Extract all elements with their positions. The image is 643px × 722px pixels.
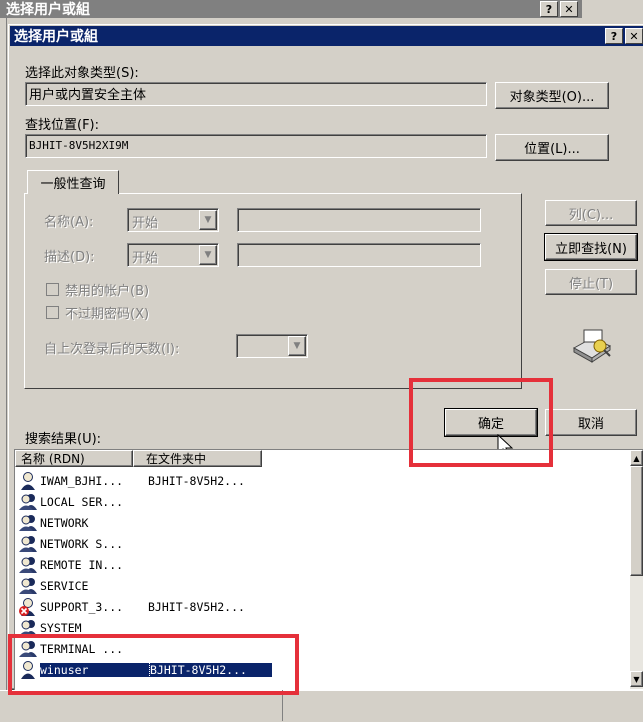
- find-now-button[interactable]: 立即查找(N): [544, 233, 638, 261]
- highlight-winuser-row: [8, 634, 299, 695]
- name-input[interactable]: [237, 208, 481, 232]
- row-name: IWAM_BJHI...: [40, 473, 124, 488]
- chevron-down-icon: ▼: [288, 336, 306, 356]
- stop-button[interactable]: 停止(T): [545, 269, 637, 295]
- row-name: SYSTEM: [40, 620, 82, 635]
- dialog-title: 选择用户或組: [14, 29, 98, 45]
- list-item[interactable]: LOCAL SER...: [18, 491, 148, 512]
- column-header-name[interactable]: 名称 (RDN): [15, 450, 133, 467]
- group-icon: [18, 577, 38, 595]
- days-since-logon-label: 自上次登录后的天数(I):: [44, 342, 180, 357]
- disabled-accounts-checkbox[interactable]: 禁用的帐户(B): [46, 280, 149, 299]
- scroll-thumb[interactable]: [630, 466, 643, 576]
- background-window-titlebar: 选择用户或組 ? ✕: [0, 0, 582, 18]
- name-operator-value: 开始: [132, 216, 159, 231]
- description-label: 描述(D):: [44, 250, 95, 265]
- description-operator-value: 开始: [132, 251, 159, 266]
- search-results-label: 搜索结果(U):: [25, 432, 102, 447]
- name-operator-select[interactable]: 开始 ▼: [127, 208, 219, 232]
- general-query-tab-label: 一般性查询: [40, 177, 106, 192]
- row-folder: BJHIT-8V5H2...: [148, 599, 245, 614]
- dialog-titlebar: 选择用户或組 ? ✕: [10, 26, 643, 46]
- list-item[interactable]: REMOTE IN...: [18, 554, 148, 575]
- background-window-right-edge: [582, 0, 643, 20]
- non-expiring-password-checkbox[interactable]: 不过期密码(X): [46, 303, 149, 322]
- cancel-button[interactable]: 取消: [545, 409, 637, 436]
- object-type-label: 选择此对象类型(S):: [25, 66, 139, 81]
- general-query-tab[interactable]: 一般性查询: [27, 170, 119, 194]
- locations-button[interactable]: 位置(L)...: [495, 134, 609, 161]
- row-folder: BJHIT-8V5H2...: [148, 473, 245, 488]
- row-name: SUPPORT_3...: [40, 599, 124, 614]
- checkbox-box: [46, 283, 59, 296]
- location-label: 查找位置(F):: [25, 118, 100, 133]
- list-item[interactable]: NETWORK: [18, 512, 148, 533]
- chevron-down-icon: ▼: [199, 245, 217, 265]
- row-name: NETWORK S...: [40, 536, 124, 551]
- user-icon: [18, 471, 38, 490]
- list-item[interactable]: SUPPORT_3... BJHIT-8V5H2...: [18, 596, 245, 617]
- description-input[interactable]: [237, 243, 481, 267]
- group-icon: [18, 514, 38, 532]
- row-name: LOCAL SER...: [40, 494, 124, 509]
- list-item[interactable]: SERVICE: [18, 575, 148, 596]
- row-name: REMOTE IN...: [40, 557, 124, 572]
- name-label: 名称(A):: [44, 215, 94, 230]
- object-type-field: 用户或内置安全主体: [25, 82, 487, 106]
- columns-button[interactable]: 列(C)...: [545, 200, 637, 226]
- days-since-logon-select[interactable]: ▼: [236, 334, 308, 358]
- list-item[interactable]: IWAM_BJHI... BJHIT-8V5H2...: [18, 470, 245, 491]
- group-icon: [18, 535, 38, 553]
- dialog-help-button[interactable]: ?: [605, 28, 623, 44]
- description-operator-select[interactable]: 开始 ▼: [127, 243, 219, 267]
- checkbox-box: [46, 306, 59, 319]
- group-icon: [18, 493, 38, 511]
- group-icon: [18, 556, 38, 574]
- column-header-name-label: 名称 (RDN): [21, 452, 85, 466]
- background-help-button[interactable]: ?: [540, 1, 558, 17]
- non-expiring-password-label: 不过期密码(X): [65, 307, 150, 322]
- row-name: SERVICE: [40, 578, 89, 593]
- highlight-ok-button: [409, 378, 553, 467]
- scroll-down-button[interactable]: ▼: [630, 671, 643, 687]
- row-name: NETWORK: [40, 515, 89, 530]
- background-window-left-edge: [0, 18, 7, 721]
- dialog-close-button[interactable]: ✕: [625, 28, 643, 44]
- background-window-title: 选择用户或組: [6, 2, 90, 18]
- location-field: BJHIT-8V5H2XI9M: [25, 134, 487, 158]
- column-header-folder[interactable]: 在文件夹中: [133, 450, 262, 467]
- scroll-up-button[interactable]: ▲: [630, 450, 643, 466]
- background-close-button[interactable]: ✕: [560, 1, 578, 17]
- disabled-user-icon: [18, 597, 38, 616]
- search-computer-icon: [570, 328, 614, 364]
- column-header-folder-label: 在文件夹中: [146, 452, 207, 466]
- list-item[interactable]: NETWORK S...: [18, 533, 148, 554]
- disabled-accounts-label: 禁用的帐户(B): [65, 284, 150, 299]
- chevron-down-icon: ▼: [199, 210, 217, 230]
- object-types-button[interactable]: 对象类型(O)...: [495, 82, 609, 109]
